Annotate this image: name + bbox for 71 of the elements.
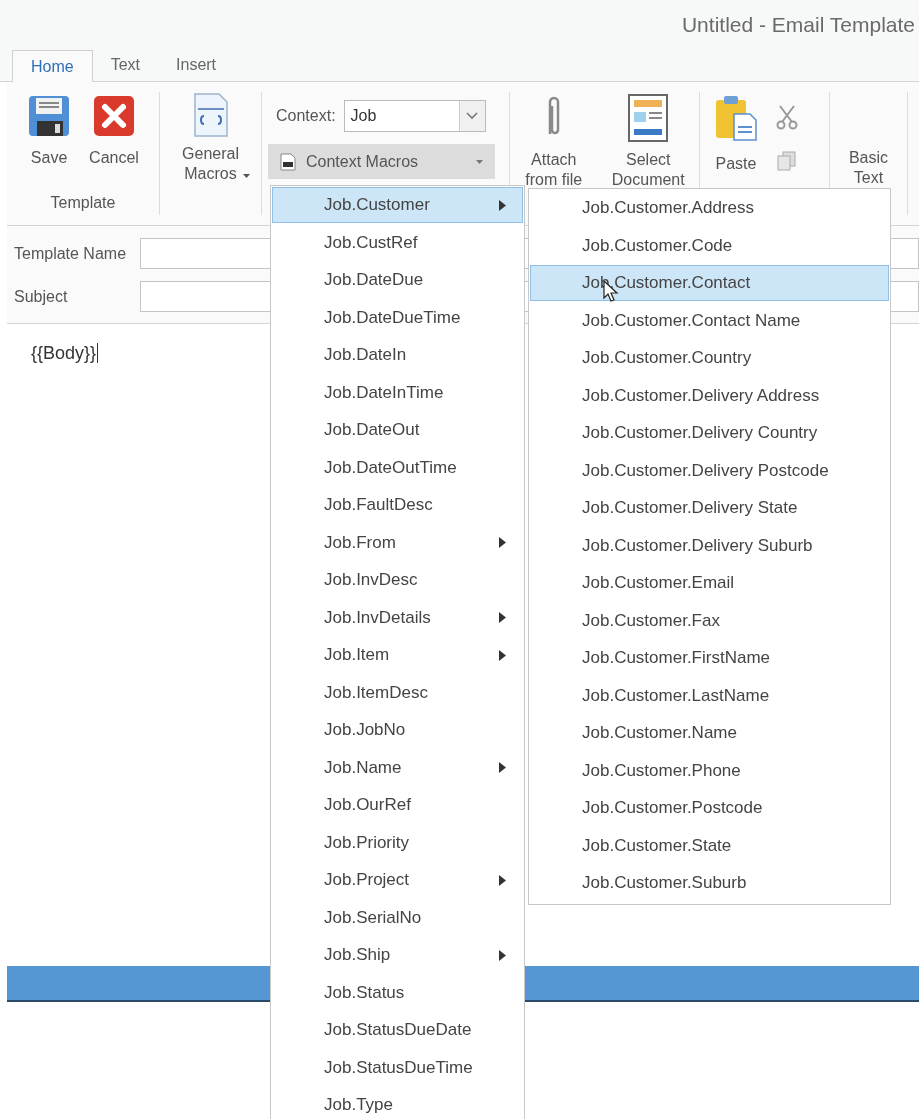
menu-item[interactable]: Job.DateOutTime bbox=[272, 449, 523, 486]
menu-item[interactable]: Job.DateDueTime bbox=[272, 299, 523, 336]
menu-item[interactable]: Job.Customer.Delivery Country bbox=[530, 415, 889, 451]
menu-item[interactable]: Job.JobNo bbox=[272, 712, 523, 748]
basic-text-button[interactable]: Basic Text bbox=[843, 148, 894, 188]
menu-item[interactable]: Job.Project bbox=[272, 862, 523, 898]
body-text: {{Body}} bbox=[31, 343, 99, 363]
context-macros-button[interactable]: Context Macros bbox=[268, 144, 495, 179]
context-dropdown[interactable]: Job bbox=[343, 100, 486, 132]
clipboard-icon bbox=[714, 94, 758, 142]
menu-item[interactable]: Job.Item bbox=[272, 637, 523, 673]
menu-item[interactable]: Job.StatusDueDate bbox=[272, 1012, 523, 1048]
document-layout-icon bbox=[628, 94, 669, 142]
field-label: Subject bbox=[13, 286, 69, 307]
menu-item[interactable]: Job.Customer.Name bbox=[530, 715, 889, 751]
menu-item[interactable]: Job.OurRef bbox=[272, 787, 523, 823]
ribbon-tab[interactable]: Home bbox=[12, 50, 93, 82]
menu-item[interactable]: Job.Customer.LastName bbox=[530, 677, 889, 714]
menu-item[interactable]: Job.DateInTime bbox=[272, 374, 523, 411]
menu-item[interactable]: Job.InvDetails bbox=[272, 599, 523, 636]
attach-button[interactable]: Attach from file bbox=[520, 94, 587, 190]
menu-item[interactable]: Job.Customer.Email bbox=[530, 565, 889, 601]
menu-item[interactable]: Job.CustRef bbox=[272, 224, 523, 261]
menu-item[interactable]: Job.Name bbox=[272, 749, 523, 786]
menu-item[interactable]: Job.Customer.Delivery Suburb bbox=[530, 527, 889, 564]
menu-item[interactable]: Job.Customer.State bbox=[530, 827, 889, 864]
select-document-button[interactable]: Select Document bbox=[608, 94, 689, 190]
menu-item[interactable]: Job.Customer.Fax bbox=[530, 602, 889, 639]
menu-item[interactable]: Job.Customer.Delivery Postcode bbox=[530, 452, 889, 489]
menu-item[interactable]: Job.StatusDueTime bbox=[272, 1049, 523, 1086]
ribbon-tab[interactable]: Insert bbox=[158, 49, 235, 81]
menu-item[interactable]: Job.Priority bbox=[272, 824, 523, 861]
menu-item[interactable]: Job.Customer.Country bbox=[530, 340, 889, 376]
paste-button[interactable]: Paste bbox=[714, 94, 758, 176]
menu-item[interactable]: Job.Customer.Delivery State bbox=[530, 490, 889, 526]
copy-icon[interactable] bbox=[776, 150, 798, 172]
scissors-icon[interactable] bbox=[776, 104, 798, 130]
menu-item[interactable]: Job.Customer.Delivery Address bbox=[530, 377, 889, 414]
menu-item[interactable]: Job.Customer.Phone bbox=[530, 752, 889, 789]
menu-item[interactable]: Job.Status bbox=[272, 974, 523, 1011]
menu-item[interactable]: Job.Customer.Address bbox=[530, 190, 889, 226]
document-icon bbox=[280, 152, 296, 171]
menu-item[interactable]: Job.FaultDesc bbox=[272, 487, 523, 523]
menu-item[interactable]: Job.ItemDesc bbox=[272, 674, 523, 711]
menu-item[interactable]: Job.DateDue bbox=[272, 262, 523, 298]
close-icon bbox=[92, 94, 136, 138]
menu-item[interactable]: Job.Customer.Postcode bbox=[530, 790, 889, 826]
menu-item[interactable]: Job.Ship bbox=[272, 937, 523, 973]
general-macros-button[interactable]: General Macros bbox=[170, 92, 251, 215]
window-title: Untitled - Email Template bbox=[681, 12, 915, 39]
menu-item[interactable]: Job.SerialNo bbox=[272, 899, 523, 936]
menu-item[interactable]: Job.From bbox=[272, 524, 523, 561]
menu-item[interactable]: Job.Customer.Contact bbox=[530, 265, 889, 301]
menu-item[interactable]: Job.Type bbox=[272, 1087, 523, 1119]
cancel-button[interactable]: Cancel bbox=[89, 94, 139, 170]
caret-icon bbox=[476, 159, 483, 164]
menu-item[interactable]: Job.InvDesc bbox=[272, 562, 523, 598]
menu-item[interactable]: Job.DateIn bbox=[272, 337, 523, 373]
ribbon-tab[interactable]: Text bbox=[92, 49, 159, 81]
save-button[interactable]: Save bbox=[27, 94, 72, 170]
menu-item[interactable]: Job.DateOut bbox=[272, 412, 523, 448]
menu-item[interactable]: Job.Customer bbox=[272, 187, 523, 223]
chevron-icon bbox=[458, 101, 485, 131]
group-label: Template bbox=[50, 193, 116, 213]
field-label: Template Name bbox=[13, 243, 128, 264]
context-label: Context: bbox=[276, 106, 336, 126]
menu-item[interactable]: Job.Customer.Code bbox=[530, 227, 889, 264]
caret-icon bbox=[243, 174, 250, 178]
menu-item[interactable]: Job.Customer.Suburb bbox=[530, 865, 889, 901]
menu-item[interactable]: Job.Customer.Contact Name bbox=[530, 302, 889, 339]
menu-item[interactable]: Job.Customer.FirstName bbox=[530, 640, 889, 676]
